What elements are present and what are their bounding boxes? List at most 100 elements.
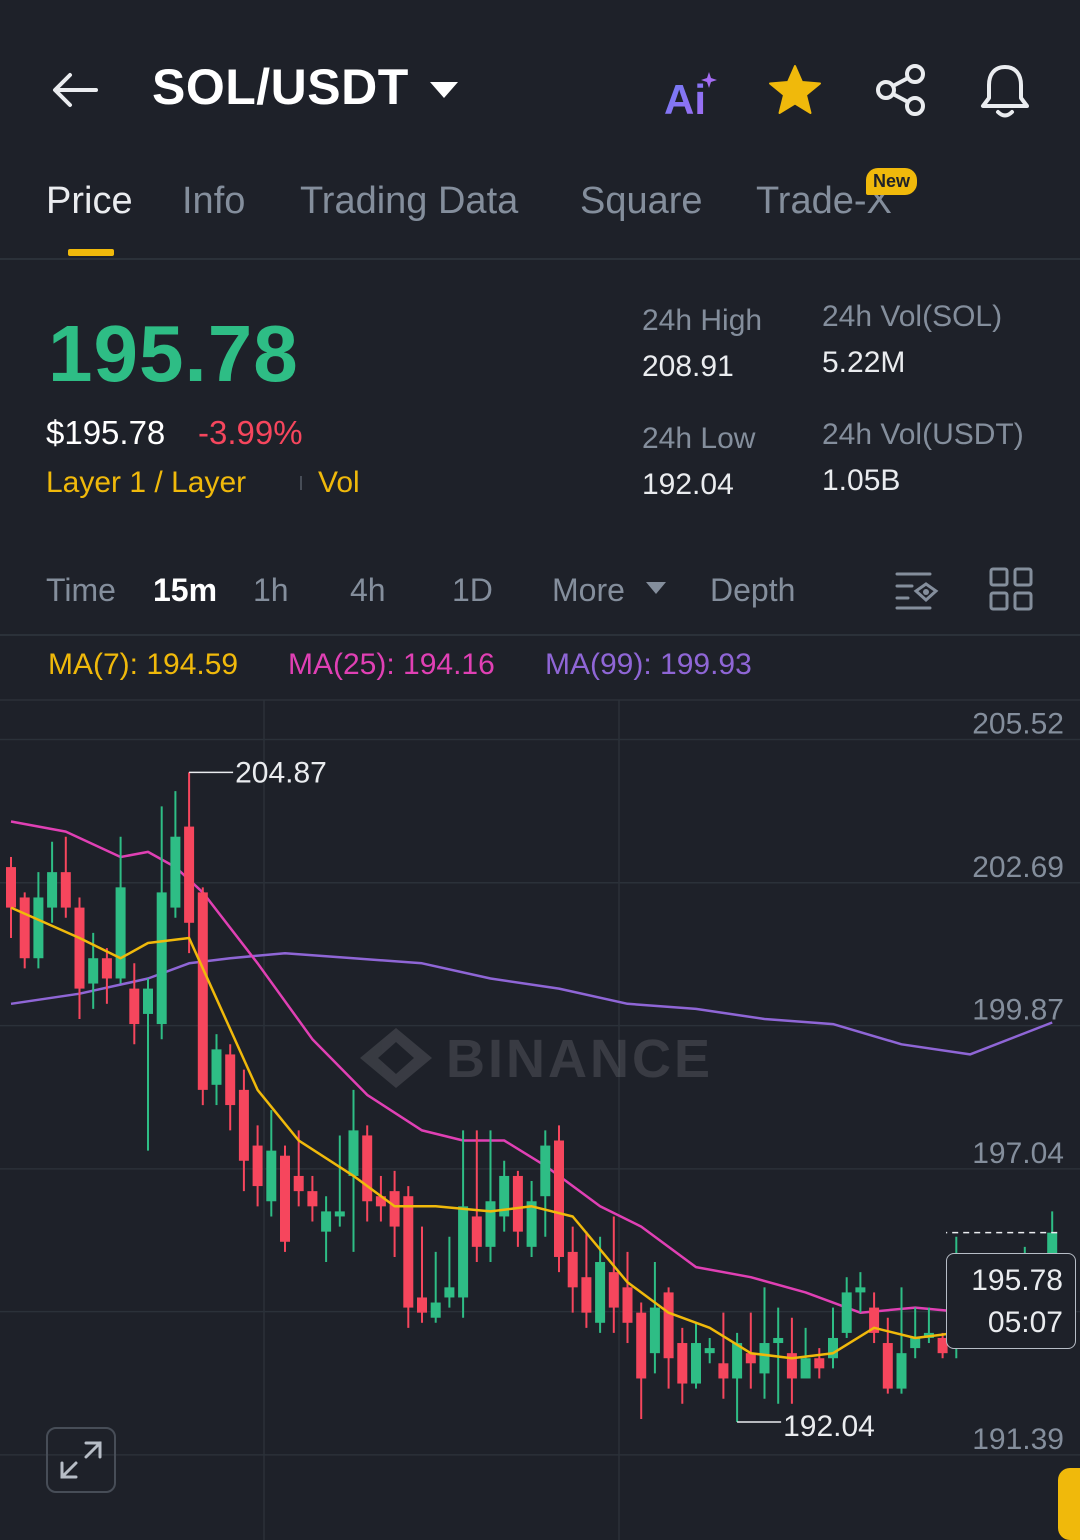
low-marker-label: 192.04 bbox=[783, 1410, 875, 1443]
candle-body bbox=[403, 1196, 414, 1308]
tag-separator bbox=[300, 476, 302, 490]
candle-body bbox=[910, 1337, 921, 1349]
candle-body bbox=[444, 1287, 455, 1298]
candle-body bbox=[471, 1216, 482, 1247]
category-tag[interactable]: Layer 1 / Layer bbox=[46, 466, 246, 500]
vol-base-label: 24h Vol(SOL) bbox=[822, 300, 1003, 333]
candle-body bbox=[60, 872, 71, 908]
candle-body bbox=[855, 1287, 866, 1293]
tab-info[interactable]: Info bbox=[182, 180, 245, 223]
candle-body bbox=[540, 1145, 551, 1197]
candle-body bbox=[882, 1343, 893, 1389]
candle-body bbox=[718, 1363, 729, 1379]
tab-trading-data[interactable]: Trading Data bbox=[300, 180, 518, 223]
high-label: 24h High bbox=[642, 304, 763, 337]
candle-body bbox=[567, 1251, 578, 1288]
depth-tab[interactable]: Depth bbox=[710, 572, 795, 609]
fullscreen-button[interactable] bbox=[46, 1427, 116, 1493]
candle-body bbox=[33, 897, 44, 959]
candle-body bbox=[143, 988, 153, 1014]
interval-time[interactable]: Time bbox=[46, 572, 116, 609]
ma7-line bbox=[10, 906, 1053, 1360]
interval-15m[interactable]: 15m bbox=[153, 572, 217, 609]
candle-body bbox=[636, 1312, 647, 1379]
back-arrow-icon bbox=[53, 73, 98, 107]
bell-icon bbox=[981, 65, 1029, 118]
candle-body bbox=[101, 958, 112, 979]
candle-body bbox=[814, 1358, 825, 1369]
new-badge: New bbox=[866, 168, 918, 195]
candle-body bbox=[773, 1337, 784, 1344]
low-value: 192.04 bbox=[642, 468, 734, 501]
ma7-legend: MA(7): 194.59 bbox=[48, 648, 239, 681]
candle-body bbox=[129, 988, 140, 1025]
y-tick-label: 205.52 bbox=[972, 707, 1064, 740]
last-price-tag-value: 195.78 bbox=[971, 1264, 1063, 1297]
interval-1d[interactable]: 1D bbox=[452, 572, 493, 609]
candle-body bbox=[6, 867, 16, 908]
interval-1h[interactable]: 1h bbox=[253, 572, 289, 609]
candle-body bbox=[307, 1191, 318, 1207]
candle-body bbox=[280, 1155, 290, 1242]
chart-settings-button[interactable] bbox=[894, 568, 942, 612]
candle-body bbox=[554, 1140, 564, 1257]
candle-body bbox=[677, 1343, 688, 1384]
candle-body bbox=[622, 1287, 633, 1323]
candle-body bbox=[225, 1054, 236, 1106]
star-icon bbox=[769, 65, 821, 114]
vol-tag[interactable]: Vol bbox=[318, 466, 360, 500]
vol-quote-value: 1.05B bbox=[822, 464, 901, 497]
favorite-button[interactable] bbox=[768, 64, 822, 116]
interval-more[interactable]: More bbox=[552, 572, 625, 609]
binance-logo-icon bbox=[360, 1028, 432, 1088]
watermark-text: BINANCE bbox=[446, 1029, 713, 1089]
alert-button[interactable] bbox=[978, 62, 1032, 120]
candle-body bbox=[896, 1353, 907, 1389]
layout-grid-button[interactable] bbox=[988, 566, 1034, 612]
candle-body bbox=[88, 958, 99, 984]
candle-body bbox=[663, 1292, 674, 1359]
candle-body bbox=[362, 1135, 373, 1202]
candle-body bbox=[252, 1145, 263, 1187]
usd-price: $195.78 bbox=[46, 414, 166, 451]
last-price-tag[interactable]: 195.78 05:07 bbox=[946, 1253, 1076, 1349]
candle-body bbox=[458, 1206, 469, 1298]
interval-4h[interactable]: 4h bbox=[350, 572, 386, 609]
candle-body bbox=[595, 1262, 606, 1323]
candle-body bbox=[828, 1337, 838, 1359]
ma25-legend: MA(25): 194.16 bbox=[288, 648, 495, 681]
chevron-down-icon[interactable] bbox=[430, 82, 458, 98]
pair-title[interactable]: SOL/USDT bbox=[152, 58, 409, 116]
grid-icon bbox=[989, 567, 1033, 611]
candle-body bbox=[691, 1343, 701, 1384]
price-change-percent: -3.99% bbox=[198, 414, 303, 451]
expand-icon bbox=[60, 1441, 102, 1479]
y-tick-label: 199.87 bbox=[972, 994, 1064, 1027]
candle-body bbox=[800, 1358, 811, 1379]
svg-text:Ai: Ai bbox=[664, 76, 706, 118]
tab-square[interactable]: Square bbox=[580, 180, 703, 223]
ai-button[interactable]: Ai bbox=[660, 68, 720, 123]
candle-body bbox=[115, 887, 126, 979]
ai-icon: Ai bbox=[664, 72, 717, 123]
y-tick-label: 202.69 bbox=[972, 851, 1064, 884]
candle-body bbox=[197, 892, 208, 1090]
high-value: 208.91 bbox=[642, 350, 734, 383]
candle-body bbox=[156, 892, 167, 1025]
floating-handle[interactable] bbox=[1058, 1468, 1080, 1540]
share-icon bbox=[876, 64, 925, 116]
candle-body bbox=[704, 1348, 715, 1354]
candle-body bbox=[170, 836, 181, 908]
ma99-legend: MA(99): 199.93 bbox=[545, 648, 752, 681]
vol-base-value: 5.22M bbox=[822, 346, 906, 379]
binance-watermark: BINANCE bbox=[360, 1028, 713, 1089]
share-button[interactable] bbox=[874, 64, 928, 116]
candlestick-chart[interactable]: 205.52202.69199.87197.04194.22191.39BINA… bbox=[0, 640, 1080, 1540]
back-button[interactable] bbox=[50, 70, 100, 110]
tab-price[interactable]: Price bbox=[46, 180, 133, 223]
candle-body bbox=[184, 826, 195, 923]
candle-body bbox=[293, 1175, 304, 1192]
candle-body bbox=[608, 1272, 619, 1308]
vol-quote-label: 24h Vol(USDT) bbox=[822, 418, 1024, 451]
indicator-settings-icon bbox=[895, 572, 939, 610]
